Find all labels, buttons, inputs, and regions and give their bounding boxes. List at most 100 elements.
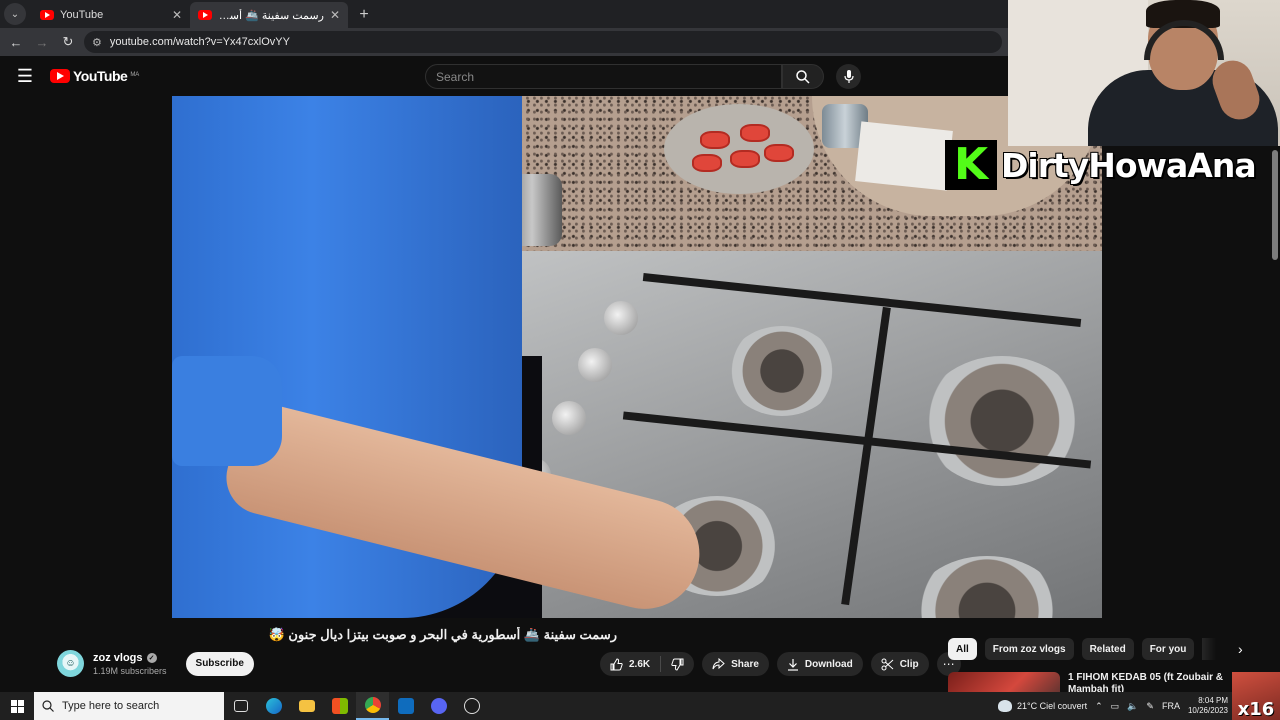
search-button[interactable] bbox=[782, 64, 824, 89]
tab-title: YouTube bbox=[60, 9, 104, 21]
chevron-right-icon[interactable]: › bbox=[1230, 638, 1250, 660]
forward-arrow-icon[interactable]: → bbox=[32, 32, 52, 52]
new-tab-plus-icon[interactable]: + bbox=[352, 3, 376, 27]
chips-overflow-fade bbox=[1202, 638, 1217, 660]
thumbs-down-icon bbox=[671, 658, 684, 671]
site-info-icon[interactable]: ⚙ bbox=[92, 36, 102, 49]
browser-toolbar: ← → ↻ ⚙ youtube.com/watch?v=Yx47cxlOvYY bbox=[0, 28, 1008, 56]
chip-related[interactable]: Related bbox=[1081, 638, 1134, 660]
video-actions: 2.6K Share Download Clip ⋯ bbox=[600, 652, 961, 676]
channel-row: ☺ zoz vlogs ✓ 1.19M subscribers Subscrib… bbox=[57, 650, 254, 677]
download-button[interactable]: Download bbox=[776, 652, 863, 676]
volume-icon[interactable]: 🔈 bbox=[1127, 701, 1138, 712]
clock-time: 8:04 PM bbox=[1198, 696, 1228, 705]
url-text: youtube.com/watch?v=Yx47cxlOvYY bbox=[109, 36, 290, 48]
channel-name-row: zoz vlogs ✓ bbox=[93, 652, 167, 664]
edge-browser-icon[interactable] bbox=[257, 692, 290, 720]
reload-icon[interactable]: ↻ bbox=[58, 32, 78, 52]
chevron-up-icon[interactable]: ⌃ bbox=[1095, 701, 1103, 712]
voice-search-button[interactable] bbox=[836, 64, 861, 89]
browser-tab-youtube[interactable]: YouTube ✕ bbox=[32, 2, 190, 28]
search-icon bbox=[796, 69, 810, 84]
search-box[interactable] bbox=[425, 64, 782, 89]
video-frame-knob bbox=[578, 348, 612, 382]
channel-name[interactable]: zoz vlogs bbox=[93, 652, 143, 664]
chrome-icon[interactable] bbox=[356, 692, 389, 720]
youtube-logo[interactable]: YouTube MA bbox=[50, 68, 139, 84]
youtube-favicon-icon bbox=[198, 10, 212, 20]
close-tab-icon[interactable]: ✕ bbox=[330, 8, 340, 22]
address-bar[interactable]: ⚙ youtube.com/watch?v=Yx47cxlOvYY bbox=[84, 31, 1002, 53]
search-input[interactable] bbox=[436, 69, 781, 84]
windows-logo-icon bbox=[10, 699, 24, 713]
tab-search-chevron-icon[interactable]: ⌄ bbox=[4, 3, 26, 25]
youtube-favicon-icon bbox=[40, 10, 54, 20]
close-tab-icon[interactable]: ✕ bbox=[172, 8, 182, 22]
tab-title: رسمت سفينة 🚢 أسطورية في ال... bbox=[218, 9, 324, 22]
recommended-video-thumbnail[interactable] bbox=[948, 672, 1060, 692]
obs-icon[interactable] bbox=[455, 692, 488, 720]
video-frame-burner bbox=[922, 356, 1082, 486]
dislike-button[interactable] bbox=[661, 652, 694, 676]
download-icon bbox=[787, 658, 798, 671]
search-bar bbox=[425, 64, 861, 89]
recommended-video-title[interactable]: 1 FIHOM KEDAB 05 (ft Zoubair & Mambah fi… bbox=[1068, 672, 1248, 692]
like-dislike-group: 2.6K bbox=[600, 652, 695, 676]
share-label: Share bbox=[731, 658, 759, 670]
chip-from-channel[interactable]: From zoz vlogs bbox=[984, 638, 1074, 660]
video-frame-paper bbox=[855, 121, 953, 191]
corner-badge-text: x16 bbox=[1237, 699, 1275, 720]
browser-tab-video[interactable]: رسمت سفينة 🚢 أسطورية في ال... ✕ bbox=[190, 2, 348, 28]
weather-widget[interactable]: 21°C Ciel couvert bbox=[997, 700, 1088, 712]
recommended-video[interactable]: 1 FIHOM KEDAB 05 (ft Zoubair & Mambah fi… bbox=[948, 672, 1272, 692]
hamburger-menu-icon[interactable]: ☰ bbox=[0, 66, 50, 87]
kick-logo-icon: K bbox=[945, 140, 997, 190]
video-frame-cuff bbox=[172, 356, 282, 466]
share-button[interactable]: Share bbox=[702, 652, 769, 676]
chip-all[interactable]: All bbox=[948, 638, 977, 660]
recommendation-chips: All From zoz vlogs Related For you › bbox=[948, 638, 1250, 660]
like-count: 2.6K bbox=[629, 658, 651, 670]
outlook-icon[interactable] bbox=[389, 692, 422, 720]
video-frame-tomato bbox=[692, 154, 722, 172]
subscribe-button[interactable]: Subscribe bbox=[185, 651, 254, 676]
logo-country-code: MA bbox=[130, 72, 140, 78]
video-frame-tomato bbox=[730, 150, 760, 168]
download-label: Download bbox=[804, 658, 853, 670]
clock-date: 10/26/2023 bbox=[1187, 706, 1228, 715]
discord-icon[interactable] bbox=[422, 692, 455, 720]
scissors-icon bbox=[881, 658, 894, 670]
windows-taskbar: Type here to search 21°C Ciel couvert ⌃ … bbox=[0, 692, 1280, 720]
video-frame-tomato bbox=[764, 144, 794, 162]
screen: ⌄ YouTube ✕ رسمت سفينة 🚢 أسطورية في ال..… bbox=[0, 0, 1280, 720]
file-explorer-icon[interactable] bbox=[290, 692, 323, 720]
cloud-icon bbox=[997, 700, 1012, 712]
task-view-icon[interactable] bbox=[224, 692, 257, 720]
like-button[interactable]: 2.6K bbox=[600, 652, 660, 676]
stream-overlay-badge: K DirtyHowaAna bbox=[945, 140, 1257, 190]
share-arrow-icon bbox=[712, 658, 725, 670]
network-icon[interactable]: ▭ bbox=[1111, 701, 1120, 712]
store-icon[interactable] bbox=[323, 692, 356, 720]
subscriber-count: 1.19M subscribers bbox=[93, 665, 167, 676]
language-indicator[interactable]: FRA bbox=[1162, 701, 1180, 711]
back-arrow-icon[interactable]: ← bbox=[6, 32, 26, 52]
taskbar-search[interactable]: Type here to search bbox=[34, 692, 224, 720]
video-title: رسمت سفينة 🚢 أسطورية في البحر و صوبت بيت… bbox=[268, 627, 617, 642]
video-frame-tomato bbox=[700, 131, 730, 149]
weather-text: 21°C Ciel couvert bbox=[1016, 701, 1088, 711]
streamer-facecam bbox=[1008, 0, 1280, 146]
channel-avatar[interactable]: ☺ bbox=[57, 650, 84, 677]
corner-overlay-badge: x16 bbox=[1232, 672, 1280, 720]
video-frame-burner bbox=[727, 326, 837, 416]
taskbar-search-placeholder: Type here to search bbox=[62, 700, 160, 712]
pen-icon[interactable]: ✎ bbox=[1146, 701, 1154, 712]
clip-button[interactable]: Clip bbox=[870, 652, 929, 676]
start-button[interactable] bbox=[0, 692, 34, 720]
page-scrollbar[interactable] bbox=[1272, 150, 1278, 260]
browser-tab-bar: ⌄ YouTube ✕ رسمت سفينة 🚢 أسطورية في ال..… bbox=[0, 0, 1008, 28]
logo-text: YouTube bbox=[73, 68, 128, 84]
youtube-play-logo-icon bbox=[50, 69, 70, 83]
chip-for-you[interactable]: For you bbox=[1141, 638, 1195, 660]
clock[interactable]: 8:04 PM 10/26/2023 bbox=[1188, 696, 1228, 716]
